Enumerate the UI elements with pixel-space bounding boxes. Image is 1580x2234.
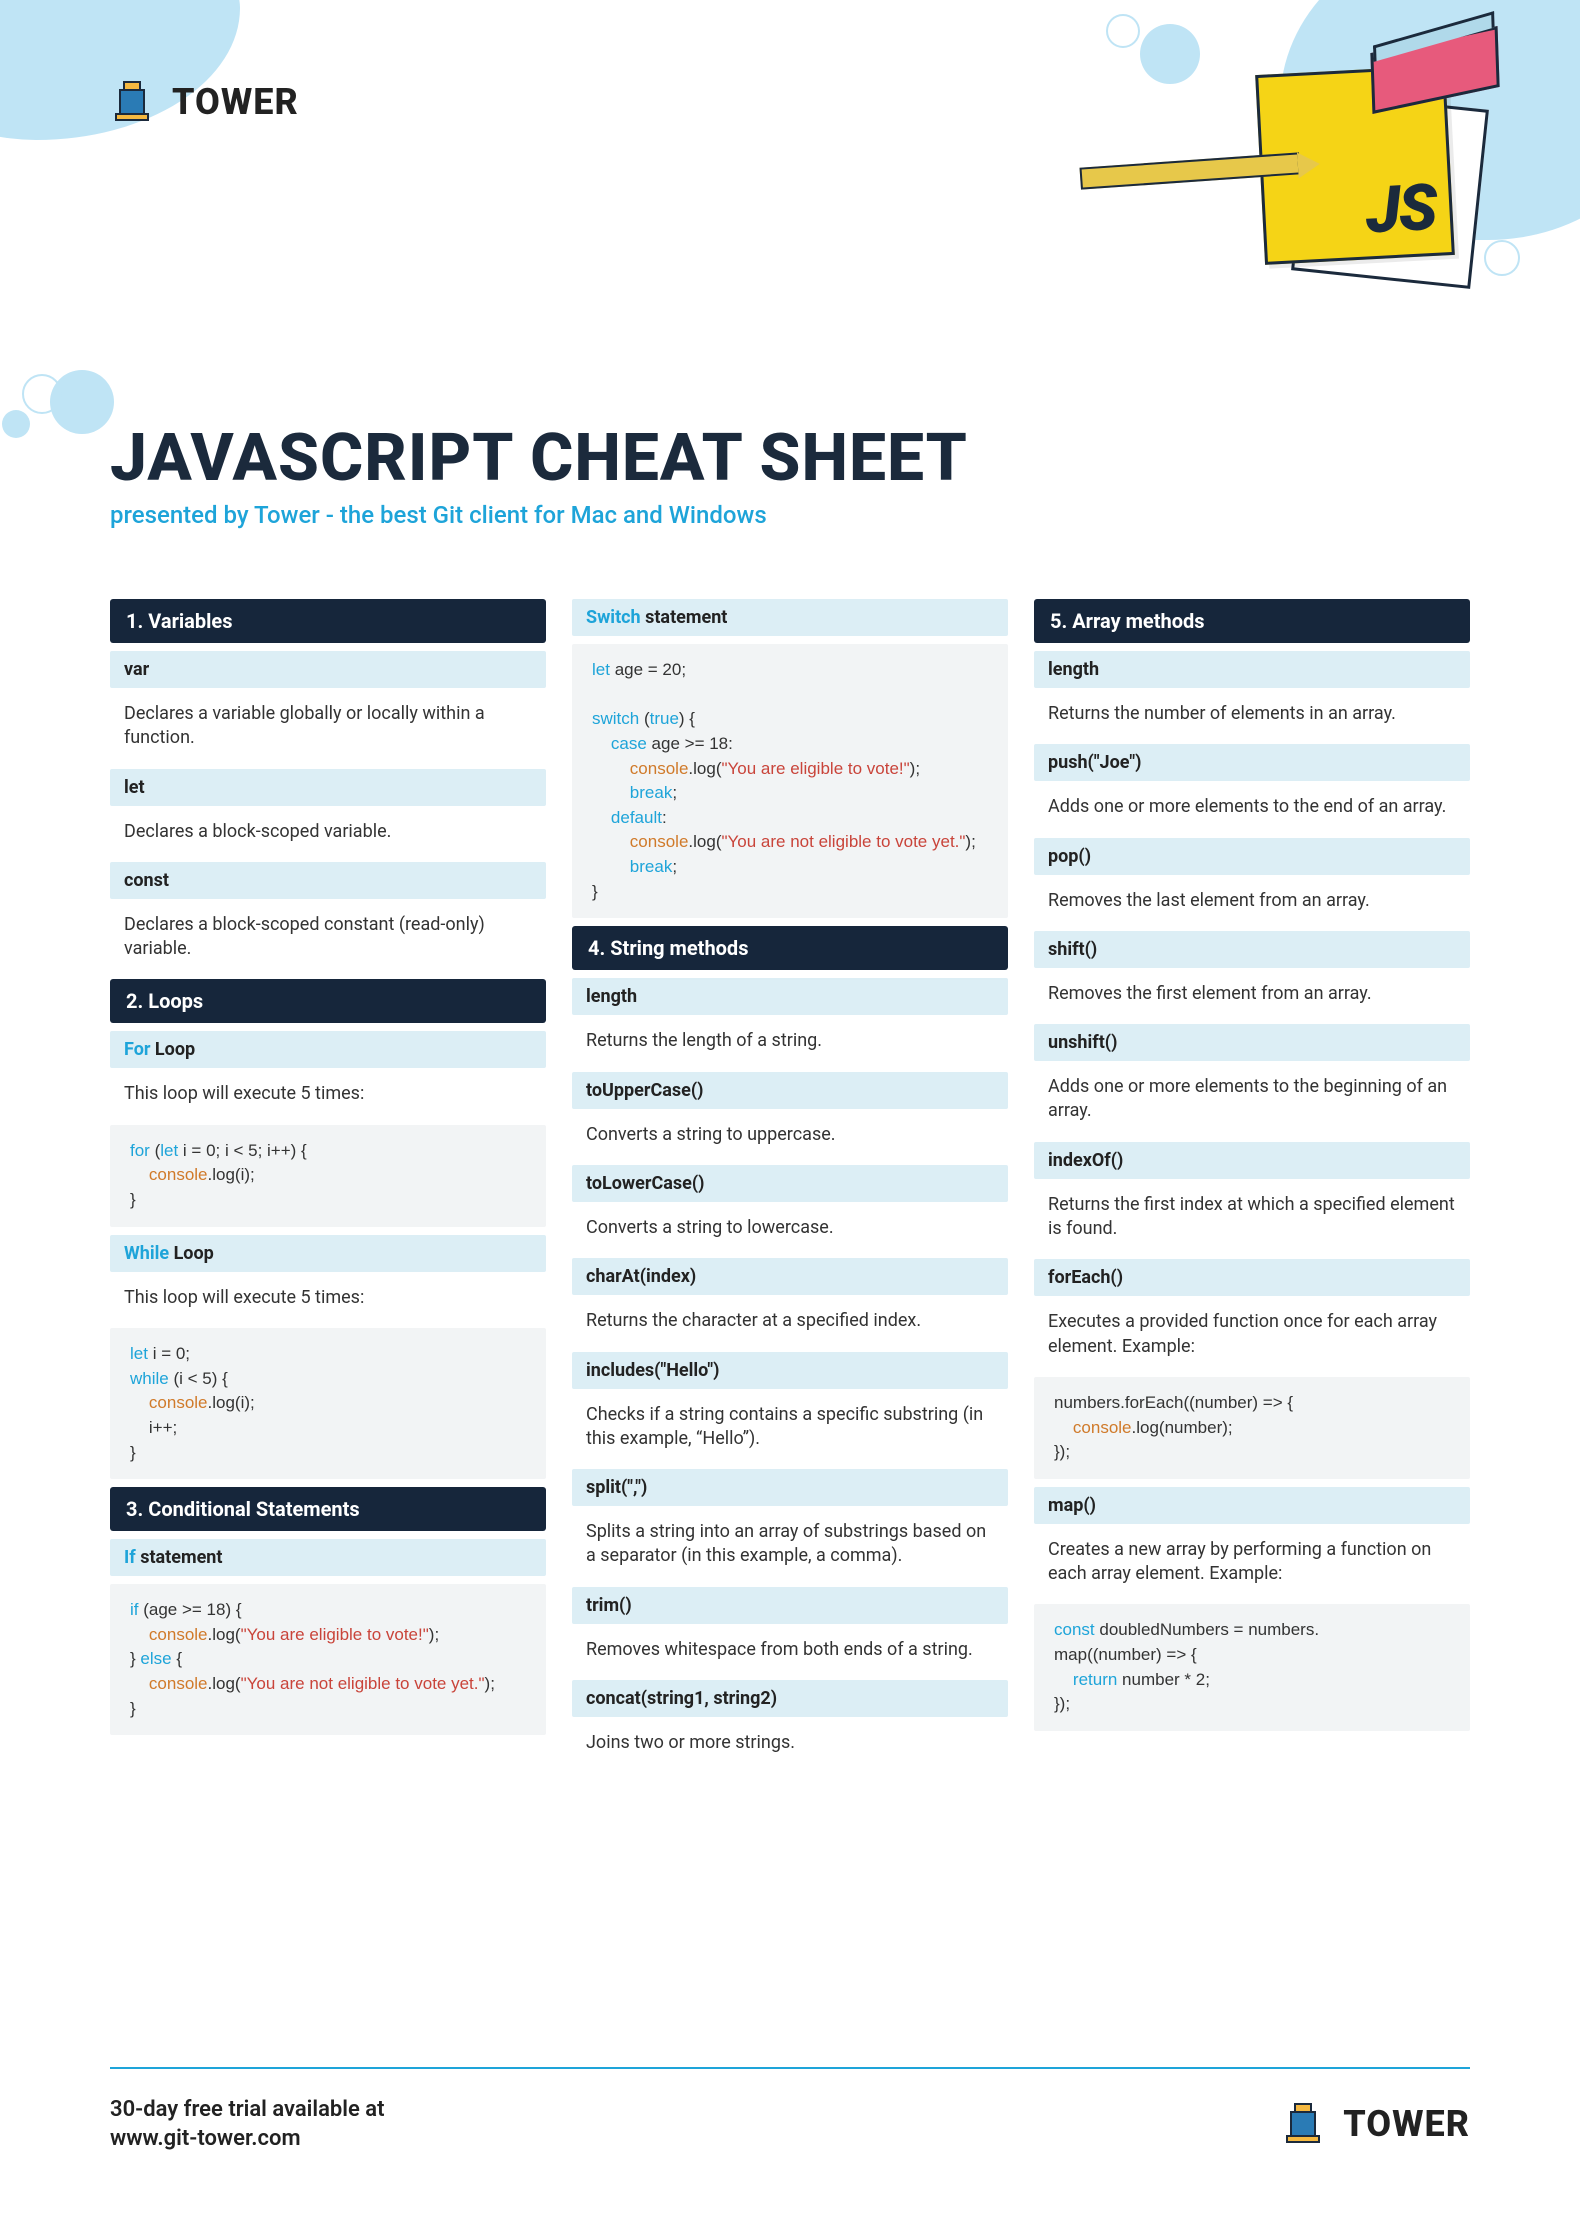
str-trim-d: Removes whitespace from both ends of a s… [572,1632,1008,1672]
str-split-d: Splits a string into an array of substri… [572,1514,1008,1579]
switch-head: Switch statement [572,599,1008,636]
foreach-code: numbers.forEach((number) => { console.lo… [1034,1377,1470,1479]
while-loop-desc: This loop will execute 5 times: [110,1280,546,1320]
section-string-methods: 4. String methods [572,926,1008,970]
arr-pop-h: pop() [1034,838,1470,875]
arr-push-d: Adds one or more elements to the end of … [1034,789,1470,829]
arr-push-h: push("Joe") [1034,744,1470,781]
arr-unshift-h: unshift() [1034,1024,1470,1061]
map-code: const doubledNumbers = numbers. map((num… [1034,1604,1470,1731]
footer-trial-text: 30-day free trial available at www.git-t… [110,2095,385,2154]
str-trim-h: trim() [572,1587,1008,1624]
section-conditional: 3. Conditional Statements [110,1487,546,1531]
let-desc: Declares a block-scoped variable. [110,814,546,854]
switch-code: let age = 20; switch (true) { case age >… [572,644,1008,918]
title-block: JAVASCRIPT CHEAT SHEET presented by Towe… [110,420,1470,529]
str-upper-h: toUpperCase() [572,1072,1008,1109]
column-1: 1. Variables var Declares a variable glo… [110,599,546,1765]
const-head: const [110,862,546,899]
var-head: var [110,651,546,688]
str-upper-d: Converts a string to uppercase. [572,1117,1008,1157]
footer-brand: TOWER [1281,2102,1470,2146]
const-desc: Declares a block-scoped constant (read-o… [110,907,546,972]
page-title: JAVASCRIPT CHEAT SHEET [110,420,1470,497]
str-charat-h: charAt(index) [572,1258,1008,1295]
page-subtitle: presented by Tower - the best Git client… [110,501,1470,529]
arr-foreach-h: forEach() [1034,1259,1470,1296]
arr-pop-d: Removes the last element from an array. [1034,883,1470,923]
var-desc: Declares a variable globally or locally … [110,696,546,761]
arr-indexof-h: indexOf() [1034,1142,1470,1179]
illustration-label: JS [1364,170,1438,249]
column-3: 5. Array methods length Returns the numb… [1034,599,1470,1765]
for-loop-desc: This loop will execute 5 times: [110,1076,546,1116]
str-lower-d: Converts a string to lowercase. [572,1210,1008,1250]
if-code: if (age >= 18) { console.log("You are el… [110,1584,546,1735]
str-includes-h: includes("Hello") [572,1352,1008,1389]
tower-logo-icon [110,80,154,124]
str-length-d: Returns the length of a string. [572,1023,1008,1063]
while-loop-head: While Loop [110,1235,546,1272]
arr-indexof-d: Returns the first index at which a speci… [1034,1187,1470,1252]
header-row: TOWER JS [110,50,1470,270]
column-2: Switch statement let age = 20; switch (t… [572,599,1008,1765]
brand-name: TOWER [172,81,299,123]
arr-shift-d: Removes the first element from an array. [1034,976,1470,1016]
str-split-h: split(",") [572,1469,1008,1506]
for-loop-code: for (let i = 0; i < 5; i++) { console.lo… [110,1125,546,1227]
for-loop-head: For Loop [110,1031,546,1068]
section-array-methods: 5. Array methods [1034,599,1470,643]
arr-length-h: length [1034,651,1470,688]
arr-unshift-d: Adds one or more elements to the beginni… [1034,1069,1470,1134]
footer: 30-day free trial available at www.git-t… [110,1887,1470,2154]
str-concat-h: concat(string1, string2) [572,1680,1008,1717]
arr-map-h: map() [1034,1487,1470,1524]
arr-length-d: Returns the number of elements in an arr… [1034,696,1470,736]
if-head: If statement [110,1539,546,1576]
str-charat-d: Returns the character at a specified ind… [572,1303,1008,1343]
tower-logo-icon [1281,2102,1325,2146]
while-loop-code: let i = 0; while (i < 5) { console.log(i… [110,1328,546,1479]
str-concat-d: Joins two or more strings. [572,1725,1008,1765]
section-loops: 2. Loops [110,979,546,1023]
js-illustration: JS [1170,50,1470,270]
footer-brand-name: TOWER [1343,2103,1470,2145]
str-lower-h: toLowerCase() [572,1165,1008,1202]
section-variables: 1. Variables [110,599,546,643]
arr-map-d: Creates a new array by performing a func… [1034,1532,1470,1597]
arr-foreach-d: Executes a provided function once for ea… [1034,1304,1470,1369]
brand-logo: TOWER [110,80,299,124]
let-head: let [110,769,546,806]
str-includes-d: Checks if a string contains a specific s… [572,1397,1008,1462]
arr-shift-h: shift() [1034,931,1470,968]
str-length-h: length [572,978,1008,1015]
